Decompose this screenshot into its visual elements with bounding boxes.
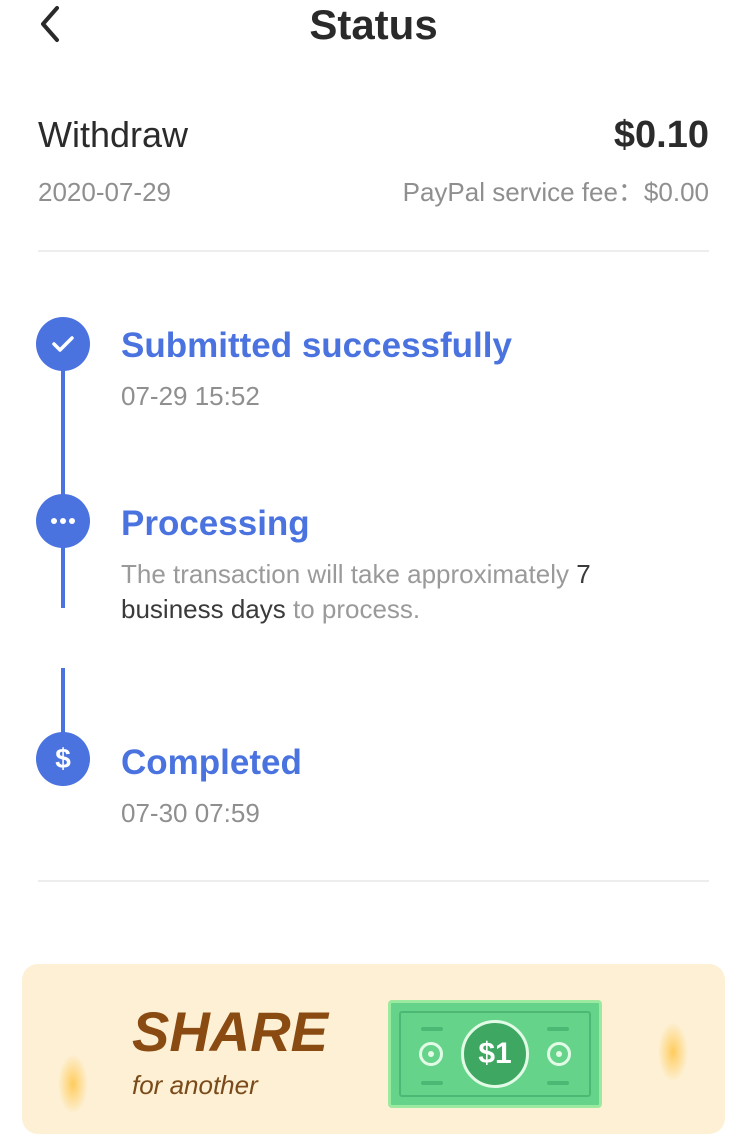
processing-desc-text: The transaction will take approximately	[121, 559, 577, 589]
step-submitted-title: Submitted successfully	[121, 326, 512, 365]
step-processing-title: Processing	[121, 504, 310, 543]
share-banner[interactable]: SHARE for another $1	[22, 964, 725, 1134]
divider	[38, 880, 709, 882]
step-submitted-dot	[36, 317, 90, 371]
divider	[38, 250, 709, 252]
dollar-bill-icon: $1	[388, 1000, 602, 1108]
check-icon	[52, 336, 74, 352]
step-processing-description: The transaction will take approximately …	[121, 557, 681, 627]
step-completed-title: Completed	[121, 743, 302, 782]
processing-desc-text: to process.	[285, 594, 421, 624]
step-completed-time: 07-30 07:59	[121, 798, 260, 828]
transaction-amount: $0.10	[613, 114, 709, 156]
step-completed-dot: $	[36, 732, 90, 786]
service-fee: PayPal service fee：$0.00	[402, 177, 709, 207]
dollar-icon: $	[55, 743, 71, 774]
ellipsis-icon	[51, 518, 75, 524]
bill-value: $1	[461, 1020, 529, 1088]
transaction-date: 2020-07-29	[38, 177, 171, 207]
step-processing-dot	[36, 494, 90, 548]
share-headline: SHARE	[132, 1000, 329, 1063]
page-title: Status	[309, 1, 438, 48]
transaction-type: Withdraw	[38, 114, 189, 155]
step-submitted-time: 07-29 15:52	[121, 381, 260, 411]
sparkle-decoration	[58, 1054, 88, 1114]
share-subline: for another	[132, 1070, 258, 1100]
sparkle-decoration	[658, 1022, 688, 1082]
